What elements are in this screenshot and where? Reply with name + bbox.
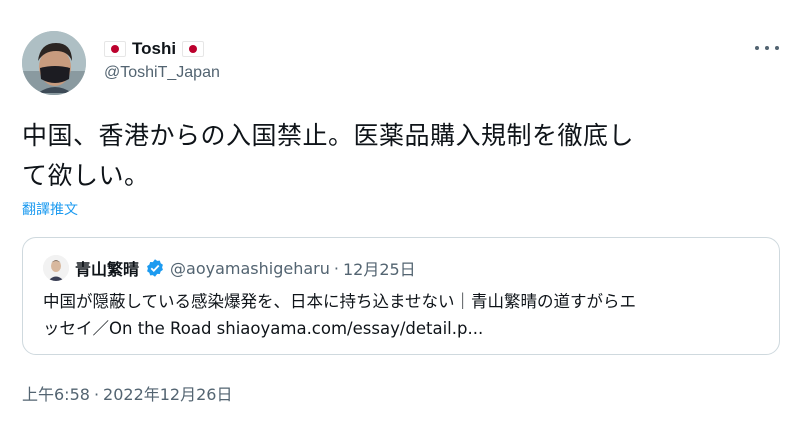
tweet: Toshi @ToshiT_Japan 中国、香港からの入国禁止。医薬品購入規制… — [0, 0, 800, 422]
quoted-text-line: ッセイ／On the Road shiaoyama.com/essay/deta… — [43, 319, 484, 338]
quoted-tweet-card[interactable]: 青山繁晴 @aoyamashigeharu · 12月25日 中国が隠蔽している… — [22, 237, 780, 355]
author-handle[interactable]: @ToshiT_Japan — [104, 64, 220, 82]
tweet-text-line: て欲しい。 — [22, 161, 150, 190]
verified-badge-icon — [147, 259, 163, 277]
tweet-date[interactable]: 2022年12月26日 — [103, 385, 232, 404]
quoted-tweet-date: 12月25日 — [342, 260, 416, 279]
quoted-author-handle: @aoyamashigeharu — [170, 258, 330, 278]
tweet-time[interactable]: 上午6:58 — [22, 385, 90, 404]
quoted-author-name: 青山繁晴 — [75, 260, 140, 279]
author-name-row[interactable]: Toshi — [104, 37, 205, 61]
quoted-author-avatar — [43, 255, 69, 281]
avatar[interactable] — [22, 31, 86, 95]
more-options-icon[interactable] — [755, 40, 779, 56]
separator-dot: · — [93, 385, 100, 404]
quoted-tweet-text: 中国が隠蔽している感染爆発を、日本に持ち込ませない｜青山繁晴の道すがらエ ッセイ… — [43, 288, 763, 342]
avatar-photo — [22, 31, 86, 95]
quoted-tweet-header: 青山繁晴 @aoyamashigeharu · 12月25日 — [75, 256, 416, 280]
japan-flag-icon — [182, 41, 205, 57]
separator-dot: · — [333, 258, 339, 278]
quoted-avatar-photo — [43, 255, 69, 281]
tweet-text-line: 中国、香港からの入国禁止。医薬品購入規制を徹底し — [22, 121, 635, 150]
japan-flag-icon — [104, 41, 126, 57]
author-display-name[interactable]: Toshi — [132, 39, 176, 59]
tweet-timestamp[interactable]: 上午6:58 · 2022年12月26日 — [22, 381, 232, 405]
quoted-text-line: 中国が隠蔽している感染爆発を、日本に持ち込ませない｜青山繁晴の道すがらエ — [43, 292, 637, 311]
tweet-text: 中国、香港からの入国禁止。医薬品購入規制を徹底し て欲しい。 — [22, 116, 782, 196]
translate-tweet-link[interactable]: 翻譯推文 — [22, 199, 78, 219]
